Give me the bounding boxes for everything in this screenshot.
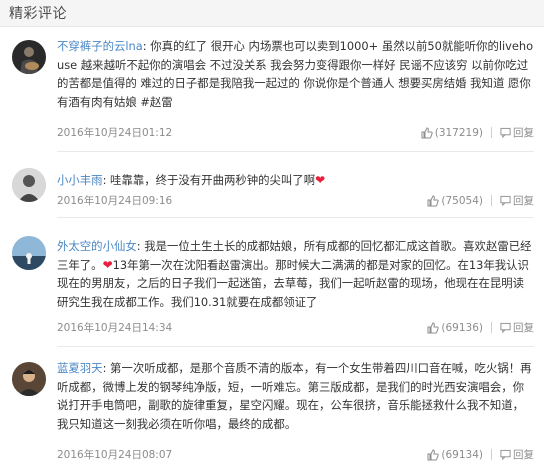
reply-icon <box>500 195 511 206</box>
reply-button[interactable]: 回复 <box>500 193 534 208</box>
comment-meta: 2016年10月24日09:16 (75054) 回复 <box>57 193 534 209</box>
reply-button[interactable]: 回复 <box>500 125 534 140</box>
separator: : <box>102 361 111 375</box>
comment-body: 第一次听成都，是那个音质不清的版本，有一个女生带着四川口音在喊，吃火锅！再听成都… <box>57 361 532 431</box>
divider <box>491 449 492 460</box>
thumbs-up-icon <box>427 448 440 460</box>
reply-label: 回复 <box>513 322 534 334</box>
reply-label: 回复 <box>513 127 534 139</box>
like-button[interactable]: (69134) <box>427 449 483 461</box>
comment-username[interactable]: 不穿裤子的云lna <box>57 39 143 53</box>
reply-button[interactable]: 回复 <box>500 447 534 462</box>
comment-body-continued: 13年第一次在沈阳看赵雷演出。那时候大二满满的都是对家的回忆。在13年我认识现在… <box>57 257 529 309</box>
avatar-guitarist-icon <box>12 40 46 74</box>
reply-icon <box>500 449 511 460</box>
like-button[interactable]: (75054) <box>427 195 483 207</box>
comment-text: 小小丰雨: 哇靠靠，终于没有开曲两秒钟的尖叫了啊❤ <box>57 171 534 190</box>
like-count: (75054) <box>441 194 483 207</box>
comment-username[interactable]: 蓝夏羽天 <box>57 361 103 375</box>
reply-label: 回复 <box>513 195 534 207</box>
thumbs-up-icon <box>427 321 440 333</box>
like-count: (69134) <box>441 448 483 461</box>
avatar[interactable] <box>12 362 46 396</box>
thumbs-up-icon <box>427 194 440 206</box>
comment-text: 不穿裤子的云lna: 你真的红了 很开心 内场票也可以卖到1000+ 虽然以前5… <box>57 37 534 111</box>
avatar-person-icon <box>12 168 46 202</box>
comment-text: 外太空的小仙女: 我是一位土生土长的成都姑娘，所有成都的回忆都汇成这首歌。喜欢赵… <box>57 237 534 311</box>
divider <box>491 127 492 138</box>
divider <box>491 195 492 206</box>
heart-icon: ❤ <box>315 173 326 187</box>
reply-label: 回复 <box>513 449 534 461</box>
comment-body: 哇靠靠，终于没有开曲两秒钟的尖叫了啊 <box>110 173 316 187</box>
avatar-landscape-icon <box>12 236 46 270</box>
comment-date: 2016年10月24日14:34 <box>57 322 173 334</box>
like-count: (69136) <box>441 321 483 334</box>
like-button[interactable]: (69136) <box>427 322 483 334</box>
comment-date: 2016年10月24日08:07 <box>57 449 173 461</box>
divider <box>491 322 492 333</box>
comment-meta: 2016年10月24日08:07 (69134) 回复 <box>57 447 534 463</box>
comment-meta: 2016年10月24日01:12 (317219) 回复 <box>57 125 534 141</box>
comment-date: 2016年10月24日01:12 <box>57 127 173 139</box>
comment-date: 2016年10月24日09:16 <box>57 195 173 207</box>
like-count: (317219) <box>434 126 483 139</box>
separator: : <box>102 173 111 187</box>
comment-divider <box>57 217 534 218</box>
avatar[interactable] <box>12 236 46 270</box>
avatar-portrait-icon <box>12 362 46 396</box>
like-button[interactable]: (317219) <box>421 127 483 139</box>
comment-divider <box>57 346 534 347</box>
section-header: 精彩评论 <box>0 0 544 27</box>
avatar[interactable] <box>12 40 46 74</box>
heart-icon: ❤ <box>102 257 113 272</box>
thumbs-up-icon <box>421 126 433 138</box>
section-title: 精彩评论 <box>9 6 67 22</box>
reply-icon <box>500 127 511 138</box>
comment-text: 蓝夏羽天: 第一次听成都，是那个音质不清的版本，有一个女生带着四川口音在喊，吃火… <box>57 359 534 433</box>
comment-username[interactable]: 小小丰雨 <box>57 173 103 187</box>
comment-meta: 2016年10月24日14:34 (69136) 回复 <box>57 320 534 336</box>
reply-button[interactable]: 回复 <box>500 320 534 335</box>
comment-divider <box>57 151 534 152</box>
comment-username[interactable]: 外太空的小仙女 <box>57 239 137 253</box>
reply-icon <box>500 322 511 333</box>
avatar[interactable] <box>12 168 46 202</box>
